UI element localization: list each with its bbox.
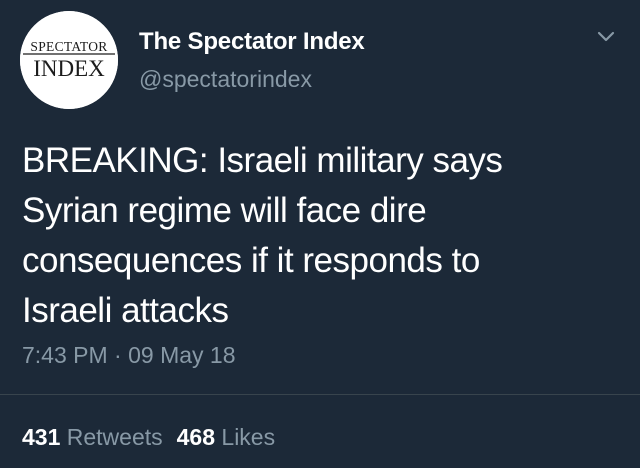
timestamp-separator: · bbox=[114, 342, 122, 368]
logo-text-bottom: INDEX bbox=[33, 56, 105, 81]
chevron-down-icon[interactable] bbox=[596, 28, 616, 44]
user-handle[interactable]: @spectatorindex bbox=[139, 66, 312, 93]
tweet-stats: 431 Retweets 468 Likes bbox=[22, 424, 275, 451]
tweet-text: BREAKING: Israeli military says Syrian r… bbox=[22, 136, 622, 336]
divider bbox=[0, 394, 640, 395]
tweet-text-line: Israeli attacks bbox=[22, 291, 229, 330]
retweets-label: Retweets bbox=[66, 424, 163, 450]
tweet-card: SPECTATOR INDEX The Spectator Index @spe… bbox=[0, 0, 640, 468]
likes-count: 468 bbox=[176, 424, 216, 450]
likes-label: Likes bbox=[221, 424, 276, 450]
avatar[interactable]: SPECTATOR INDEX bbox=[20, 11, 118, 109]
likes-stat[interactable]: 468 Likes bbox=[177, 424, 275, 450]
retweets-count: 431 bbox=[22, 424, 61, 450]
retweets-stat[interactable]: 431 Retweets bbox=[22, 424, 163, 450]
tweet-time: 7:43 PM bbox=[22, 342, 108, 368]
tweet-date: 09 May 18 bbox=[128, 342, 236, 368]
tweet-text-line: Syrian regime will face dire bbox=[22, 191, 427, 230]
logo-text-top: SPECTATOR bbox=[30, 39, 107, 54]
tweet-timestamp[interactable]: 7:43 PM · 09 May 18 bbox=[22, 342, 236, 369]
display-name[interactable]: The Spectator Index bbox=[139, 28, 365, 56]
tweet-text-line: BREAKING: Israeli military says bbox=[22, 141, 503, 180]
spectator-index-logo: SPECTATOR INDEX bbox=[20, 11, 118, 109]
tweet-text-line: consequences if it responds to bbox=[22, 241, 480, 280]
